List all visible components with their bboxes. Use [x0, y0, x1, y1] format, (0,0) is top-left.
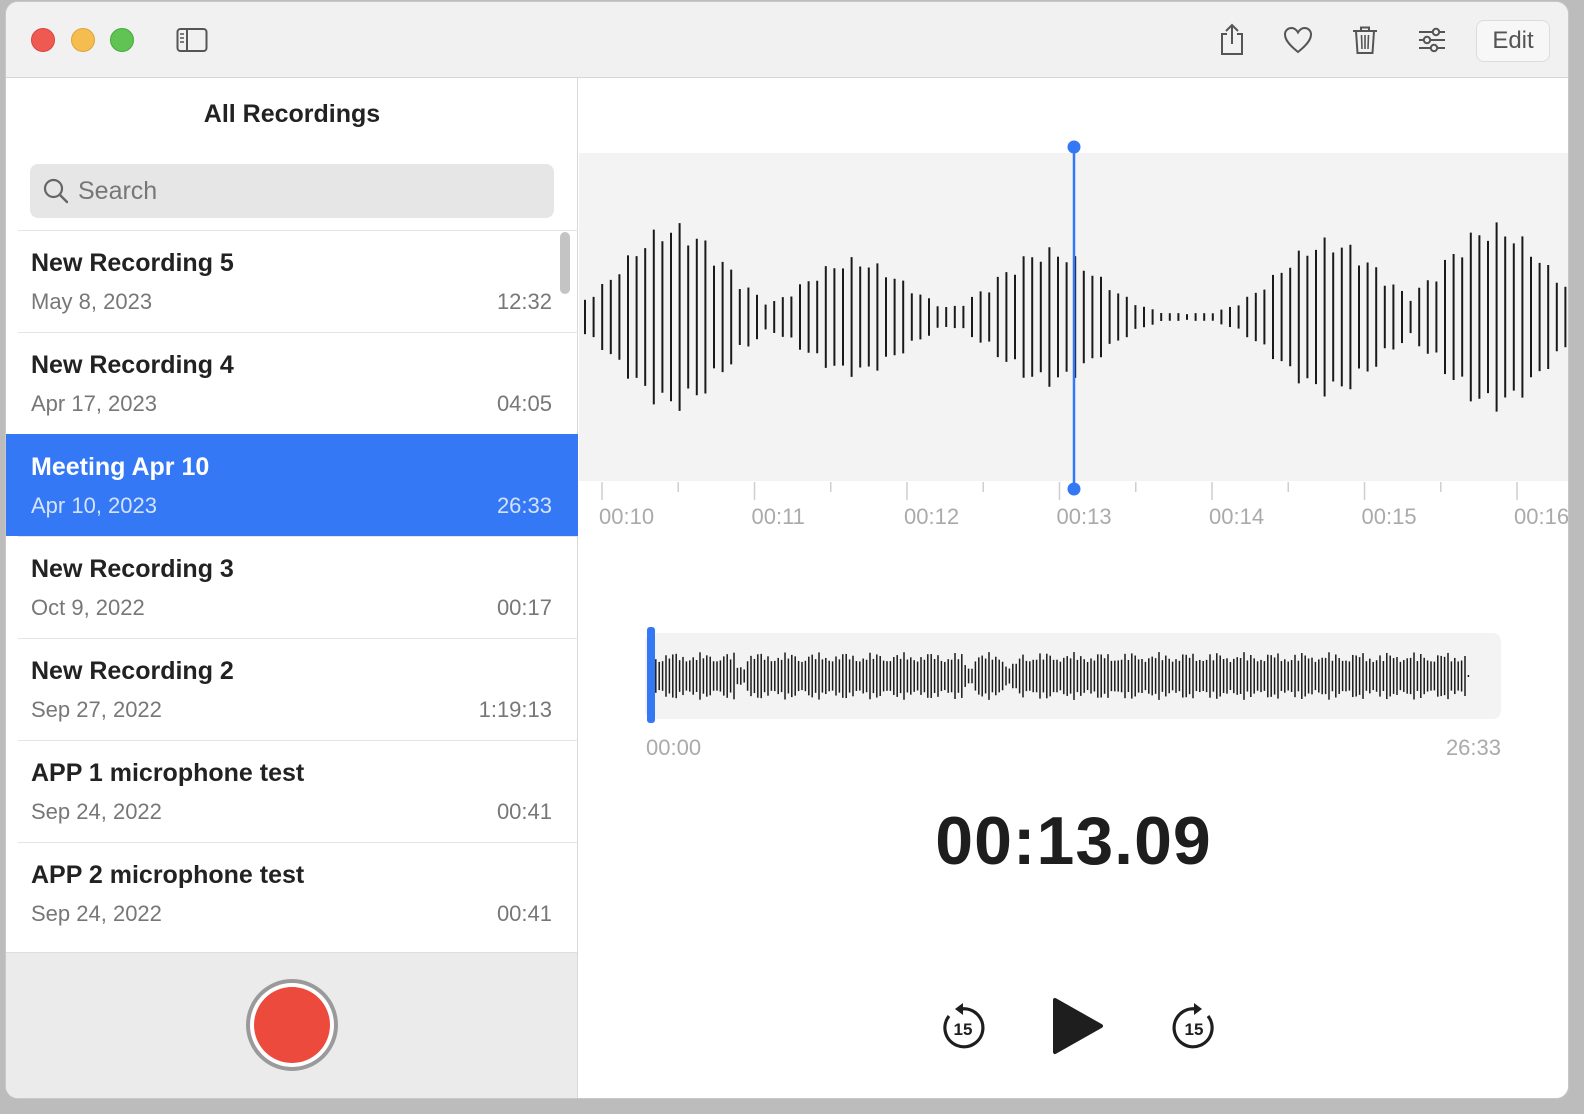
- titlebar: Edit: [6, 2, 1568, 78]
- timeline-tick-label: 00:16: [1514, 504, 1568, 529]
- skip-forward-button[interactable]: 15: [1164, 1000, 1224, 1054]
- timeline-tick-label: 00:13: [1056, 504, 1112, 529]
- sidebar-scrollbar[interactable]: [560, 232, 570, 294]
- recording-name: APP 2 microphone test: [31, 861, 305, 889]
- recording-duration: 1:19:13: [478, 697, 552, 722]
- recording-duration: 00:41: [496, 901, 552, 926]
- waveform-overview[interactable]: [645, 627, 1501, 723]
- recording-name: New Recording 5: [31, 249, 234, 277]
- list-item[interactable]: New Recording 4 Apr 17, 2023 04:05: [18, 332, 578, 434]
- sliders-icon[interactable]: [1412, 20, 1452, 60]
- waveform-overview-bars: [647, 627, 1470, 723]
- play-icon: [1053, 998, 1103, 1054]
- recording-duration: 04:05: [496, 391, 552, 416]
- search-field[interactable]: [30, 164, 554, 218]
- recording-name: New Recording 3: [31, 555, 234, 583]
- timeline-tick-label: 00:14: [1209, 504, 1265, 529]
- edit-button[interactable]: Edit: [1476, 20, 1550, 62]
- skip-back-button[interactable]: 15: [933, 1000, 993, 1054]
- overview-start-time: 00:00: [646, 735, 702, 760]
- skip-forward-seconds: 15: [1185, 1020, 1204, 1039]
- overview-playhead: [647, 627, 655, 723]
- timeline-tick-label: 00:12: [904, 504, 960, 529]
- heart-icon[interactable]: [1278, 20, 1318, 60]
- timeline-tick-label: 00:10: [599, 504, 655, 529]
- recording-name: New Recording 2: [31, 657, 234, 685]
- app-window: Edit All Recordings New Recording 5 May …: [6, 2, 1568, 1098]
- recording-date: May 8, 2023: [31, 289, 153, 314]
- recording-date: Sep 27, 2022: [31, 697, 162, 722]
- recordings-list: New Recording 5 May 8, 2023 12:32 New Re…: [6, 230, 578, 944]
- sidebar-title: All Recordings: [203, 100, 381, 128]
- record-button[interactable]: [246, 979, 338, 1071]
- recording-date: Apr 17, 2023: [31, 391, 157, 416]
- trash-icon[interactable]: [1345, 20, 1385, 60]
- recording-duration: 00:17: [496, 595, 552, 620]
- list-item[interactable]: New Recording 2 Sep 27, 2022 1:19:13: [18, 638, 578, 740]
- sidebar-toggle-icon[interactable]: [172, 20, 212, 60]
- recording-name: New Recording 4: [31, 351, 234, 379]
- recording-date: Oct 9, 2022: [31, 595, 145, 620]
- playhead-handle[interactable]: [1059, 138, 1089, 498]
- recording-duration: 00:41: [496, 799, 552, 824]
- skip-back-icon: 15: [943, 1003, 985, 1049]
- timeline-tick-label: 00:11: [751, 504, 805, 529]
- close-window-button[interactable]: [31, 28, 55, 52]
- recording-duration: 12:32: [496, 289, 552, 314]
- skip-back-seconds: 15: [954, 1020, 973, 1039]
- sidebar: All Recordings New Recording 5 May 8, 20…: [6, 78, 578, 1098]
- recording-date: Sep 24, 2022: [31, 799, 162, 824]
- recording-date: Apr 10, 2023: [31, 493, 157, 518]
- search-input[interactable]: [78, 164, 538, 218]
- recording-name: Meeting Apr 10: [31, 453, 210, 481]
- player-panel: 00:10 00:11 00:12 00:13 00:14 00:15 00:16 00:0…: [579, 78, 1568, 1098]
- list-item[interactable]: APP 1 microphone test Sep 24, 2022 00:41: [18, 740, 578, 842]
- recording-date: Sep 24, 2022: [31, 901, 162, 926]
- timeline-tick-label: 00:15: [1361, 504, 1417, 529]
- record-dot-icon: [254, 987, 330, 1063]
- recording-duration: 26:33: [496, 493, 552, 518]
- list-item[interactable]: New Recording 5 May 8, 2023 12:32: [18, 230, 578, 332]
- share-icon[interactable]: [1212, 20, 1252, 60]
- list-item[interactable]: APP 2 microphone test Sep 24, 2022 00:41: [18, 842, 578, 944]
- current-time: 00:13.09: [935, 803, 1212, 879]
- list-item-selected[interactable]: Meeting Apr 10 Apr 10, 2023 26:33: [6, 434, 578, 536]
- overview-end-time: 26:33: [1445, 735, 1501, 760]
- sidebar-footer: [6, 952, 577, 1098]
- search-icon: [42, 177, 70, 210]
- minimize-window-button[interactable]: [71, 28, 95, 52]
- play-button[interactable]: [1045, 992, 1109, 1060]
- zoom-window-button[interactable]: [110, 28, 134, 52]
- list-item[interactable]: New Recording 3 Oct 9, 2022 00:17: [18, 536, 578, 638]
- skip-forward-icon: 15: [1172, 1003, 1214, 1049]
- recording-name: APP 1 microphone test: [31, 759, 305, 787]
